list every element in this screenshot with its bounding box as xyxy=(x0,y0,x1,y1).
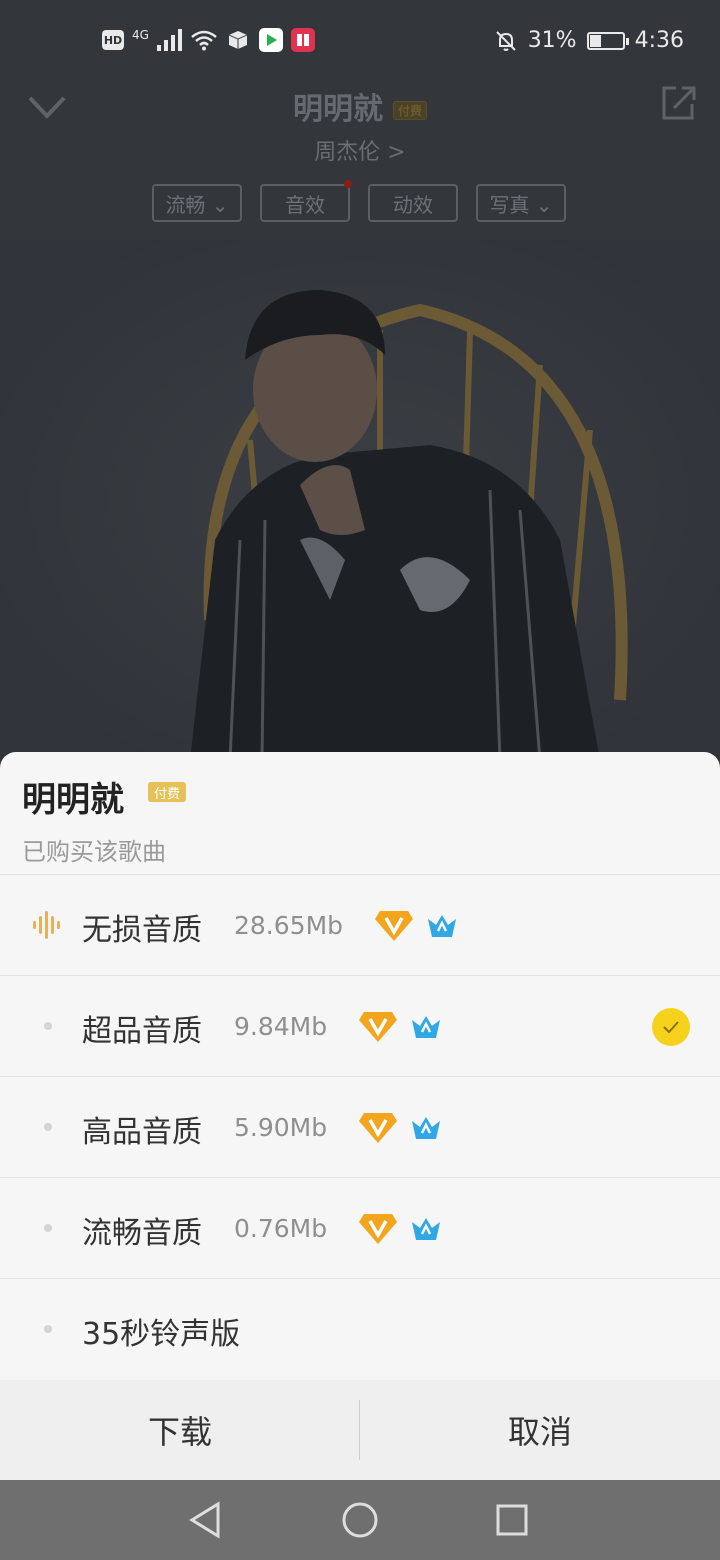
quality-option-high[interactable]: 高品音质 5.90Mb xyxy=(0,1076,720,1177)
quality-option-smooth[interactable]: 流畅音质 0.76Mb xyxy=(0,1177,720,1278)
sheet-actions: 下载 取消 xyxy=(0,1380,720,1480)
reader-app-icon xyxy=(290,28,315,52)
artist-link[interactable]: 周杰伦 > xyxy=(0,134,720,166)
quality-option-super[interactable]: 超品音质 9.84Mb xyxy=(0,975,720,1076)
wifi-icon xyxy=(191,30,217,51)
cancel-button[interactable]: 取消 xyxy=(360,1380,720,1480)
svip-crown-icon xyxy=(412,1117,440,1139)
red-dot-badge xyxy=(344,180,352,188)
bullet-dot xyxy=(44,1123,52,1131)
bullet-dot xyxy=(44,1325,52,1333)
paid-tag: 付费 xyxy=(392,101,427,120)
purchase-status: 已购买该歌曲 xyxy=(22,838,166,866)
status-right: 31% 4:36 xyxy=(494,28,684,53)
file-size: 9.84Mb xyxy=(234,1012,328,1041)
svip-crown-icon xyxy=(428,915,456,937)
clock: 4:36 xyxy=(634,28,684,53)
video-app-icon xyxy=(258,28,283,52)
vip-diamond-icon xyxy=(359,1214,397,1244)
paid-badge: 付费 xyxy=(148,782,186,802)
signal-icon xyxy=(156,29,182,51)
vip-diamond-icon xyxy=(359,1012,397,1042)
song-title-text: 明明就 xyxy=(292,92,383,127)
bullet-dot xyxy=(44,1224,52,1232)
quality-label: 超品音质 xyxy=(82,1014,202,1049)
quality-option-lossless[interactable]: 无损音质 28.65Mb xyxy=(0,874,720,975)
quality-label: 流畅音质 xyxy=(82,1216,202,1251)
recents-icon[interactable] xyxy=(490,1498,534,1542)
quality-label: 35秒铃声版 xyxy=(82,1317,241,1352)
battery-icon xyxy=(586,31,629,50)
vip-diamond-icon xyxy=(375,911,413,941)
quality-label: 无损音质 xyxy=(82,913,202,948)
status-bar: HD 4G 31% 4:36 xyxy=(0,0,720,84)
sound-wave-icon xyxy=(33,911,60,939)
screen: HD 4G 31% 4:36 明明就 付费 周杰伦 > 流畅 ⌄ 音效 动效 写… xyxy=(0,0,720,1560)
bell-off-icon xyxy=(495,30,516,51)
quality-label: 高品音质 xyxy=(82,1115,202,1150)
svip-crown-icon xyxy=(412,1218,440,1240)
svip-crown-icon xyxy=(412,1016,440,1038)
chip-quality[interactable]: 流畅 ⌄ xyxy=(152,184,242,222)
status-left: HD 4G xyxy=(102,28,315,52)
file-size: 0.76Mb xyxy=(234,1214,328,1243)
song-title: 明明就 付费 xyxy=(0,84,720,128)
download-button[interactable]: 下载 xyxy=(0,1380,360,1480)
hd-icon: HD xyxy=(102,30,124,50)
network-type: 4G xyxy=(132,28,149,42)
file-size: 28.65Mb xyxy=(234,911,344,940)
vip-diamond-icon xyxy=(359,1113,397,1143)
bullet-dot xyxy=(44,1022,52,1030)
package-icon xyxy=(228,31,248,49)
battery-percent: 31% xyxy=(527,28,577,53)
artist-photo xyxy=(0,240,720,760)
quality-sheet: 明明就 付费 已购买该歌曲 无损音质 28.65Mb 超品音质 9.84Mb 高… xyxy=(0,752,720,1480)
quality-option-ringtone[interactable]: 35秒铃声版 xyxy=(0,1278,720,1379)
chip-animation[interactable]: 动效 xyxy=(368,184,458,222)
chip-photo[interactable]: 写真 ⌄ xyxy=(476,184,566,222)
selected-check-icon xyxy=(652,1008,690,1046)
back-icon[interactable] xyxy=(184,1498,228,1542)
player-chips: 流畅 ⌄ 音效 动效 写真 ⌄ xyxy=(152,180,566,222)
file-size: 5.90Mb xyxy=(234,1113,328,1142)
chip-sound-effect-label: 音效 xyxy=(285,192,325,217)
chip-sound-effect[interactable]: 音效 xyxy=(260,180,352,222)
sheet-title: 明明就 xyxy=(22,780,124,820)
home-icon[interactable] xyxy=(338,1498,382,1542)
system-nav-bar xyxy=(0,1480,720,1560)
